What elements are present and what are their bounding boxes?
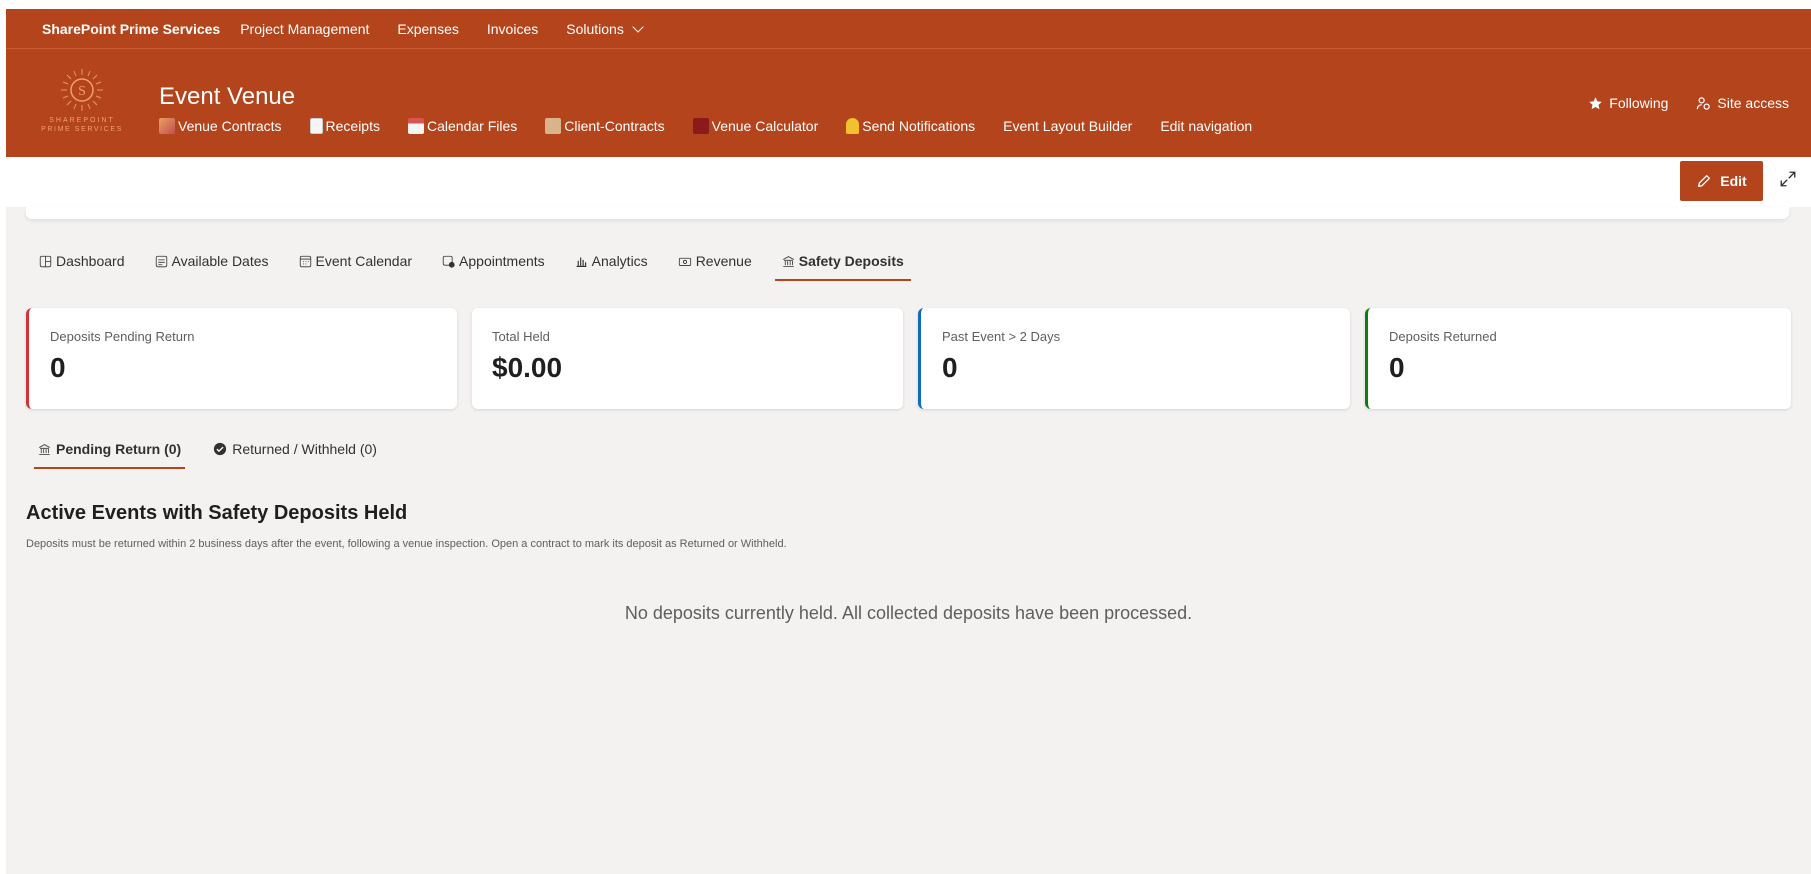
logo-text-line1: SHAREPOINT: [49, 117, 115, 124]
calendar-list-icon: [155, 255, 167, 267]
suite-nav-expenses[interactable]: Expenses: [397, 21, 458, 37]
site-logo[interactable]: S SHAREPOINT PRIME SERVICES: [34, 65, 130, 137]
check-circle-icon: [214, 442, 227, 456]
site-nav-client-contracts[interactable]: Client-Contracts: [545, 118, 665, 134]
stat-value: $0.00: [492, 352, 563, 383]
tab-label: Dashboard: [56, 253, 125, 269]
stat-label: Deposits Pending Return: [50, 329, 195, 344]
appointment-icon: [442, 255, 455, 268]
stat-value: 0: [942, 352, 958, 383]
subtab-pending-return[interactable]: Pending Return (0): [34, 441, 186, 469]
site-access-label: Site access: [1717, 95, 1789, 111]
suite-bar: SharePoint Prime Services Project Manage…: [6, 9, 1811, 49]
brand-link[interactable]: SharePoint Prime Services: [42, 21, 220, 37]
subtab-label: Returned / Withheld (0): [232, 441, 377, 457]
expand-icon[interactable]: [1779, 170, 1797, 188]
stat-card-total-held: Total Held $0.00: [472, 308, 903, 409]
app-frame: SharePoint Prime Services Project Manage…: [6, 9, 1811, 874]
site-title[interactable]: Event Venue: [159, 83, 295, 111]
site-nav-receipts[interactable]: Receipts: [309, 118, 380, 134]
tab-available-dates[interactable]: Available Dates: [148, 249, 276, 281]
suite-nav-invoices[interactable]: Invoices: [487, 21, 538, 37]
suite-nav-project-management[interactable]: Project Management: [240, 21, 369, 37]
site-nav-label: Venue Calculator: [711, 118, 819, 134]
bell-emoji-icon: [846, 118, 860, 134]
main-tabs: Dashboard Available Dates Event Calendar…: [32, 249, 927, 281]
tab-analytics[interactable]: Analytics: [568, 249, 655, 281]
receipt-emoji-icon: [309, 118, 323, 134]
section-title: Active Events with Safety Deposits Held: [26, 502, 408, 524]
bank-icon: [39, 443, 50, 455]
content-panel-edge: [26, 207, 1789, 219]
logo-letter: S: [78, 84, 86, 99]
tab-dashboard[interactable]: Dashboard: [32, 249, 132, 281]
edit-label: Edit: [1720, 173, 1747, 189]
calendar-icon: [299, 255, 311, 267]
command-bar: Edit: [6, 157, 1811, 207]
people-emoji-icon: [159, 118, 175, 134]
empty-state-message: No deposits currently held. All collecte…: [624, 603, 1193, 623]
tab-safety-deposits[interactable]: Safety Deposits: [774, 249, 911, 281]
pencil-icon: [1698, 175, 1711, 187]
dashboard-icon: [39, 255, 52, 267]
logo-text-line2: PRIME SERVICES: [41, 126, 123, 133]
stat-label: Past Event > 2 Days: [942, 329, 1061, 344]
people-settings-icon: [1697, 96, 1711, 110]
tab-event-calendar[interactable]: Event Calendar: [292, 249, 420, 281]
stat-card-deposits-returned: Deposits Returned 0: [1365, 308, 1791, 409]
site-nav-send-notifications[interactable]: Send Notifications: [846, 118, 975, 134]
site-nav-label: Client-Contracts: [564, 118, 665, 134]
bank-icon: [782, 255, 794, 267]
section-description: Deposits must be returned within 2 busin…: [26, 538, 787, 550]
stat-card-past-event: Past Event > 2 Days 0: [918, 308, 1350, 409]
subtab-label: Pending Return (0): [56, 441, 182, 457]
site-access-button[interactable]: Site access: [1696, 95, 1789, 111]
site-nav-label: Receipts: [325, 118, 380, 134]
star-icon: [1589, 96, 1603, 109]
tab-label: Event Calendar: [315, 253, 413, 269]
suite-nav-solutions[interactable]: Solutions: [566, 20, 644, 37]
stat-label: Deposits Returned: [1389, 329, 1497, 344]
chevron-down-icon: [632, 20, 644, 33]
site-nav-calendar-files[interactable]: Calendar Files: [407, 118, 518, 134]
calculator-emoji-icon: [692, 118, 709, 134]
tab-label: Appointments: [459, 253, 545, 269]
subtab-returned-withheld[interactable]: Returned / Withheld (0): [209, 441, 381, 469]
tab-appointments[interactable]: Appointments: [435, 249, 552, 281]
site-nav-label: Event Layout Builder: [1003, 118, 1133, 134]
tab-label: Revenue: [695, 253, 752, 269]
site-navigation: Venue Contracts Receipts Calendar Files …: [159, 118, 1280, 134]
site-nav-label: Calendar Files: [426, 118, 518, 134]
stat-value: 0: [50, 352, 66, 383]
stat-label: Total Held: [492, 329, 550, 344]
stat-card-pending-return: Deposits Pending Return 0: [26, 308, 457, 409]
edit-navigation-link[interactable]: Edit navigation: [1160, 118, 1252, 134]
sun-logo-icon: S SHAREPOINT PRIME SERVICES: [41, 69, 123, 133]
tab-label: Safety Deposits: [798, 253, 904, 269]
site-nav-label: Edit navigation: [1160, 118, 1253, 134]
suite-nav-solutions-label: Solutions: [566, 20, 624, 37]
header-actions: Following Site access: [1560, 95, 1789, 111]
tab-revenue[interactable]: Revenue: [671, 249, 759, 281]
money-icon: [678, 257, 691, 266]
site-nav-label: Venue Contracts: [178, 118, 282, 134]
deposit-subtabs: Pending Return (0) Returned / Withheld (…: [34, 441, 405, 469]
following-label: Following: [1609, 95, 1669, 111]
site-nav-label: Send Notifications: [862, 118, 976, 134]
site-nav-venue-calculator[interactable]: Venue Calculator: [692, 118, 819, 134]
stat-cards: Deposits Pending Return 0 Total Held $0.…: [26, 308, 1791, 409]
bar-chart-icon: [576, 256, 587, 267]
tab-label: Available Dates: [171, 253, 269, 269]
following-button[interactable]: Following: [1588, 95, 1668, 111]
stat-value: 0: [1389, 352, 1405, 383]
site-nav-event-layout-builder[interactable]: Event Layout Builder: [1003, 118, 1132, 134]
tab-label: Analytics: [591, 253, 648, 269]
site-header: S SHAREPOINT PRIME SERVICES Event Venue …: [6, 49, 1811, 157]
site-nav-venue-contracts[interactable]: Venue Contracts: [159, 118, 282, 134]
calendar-emoji-icon: [407, 118, 424, 134]
edit-button[interactable]: Edit: [1680, 161, 1763, 201]
scroll-emoji-icon: [545, 118, 562, 134]
